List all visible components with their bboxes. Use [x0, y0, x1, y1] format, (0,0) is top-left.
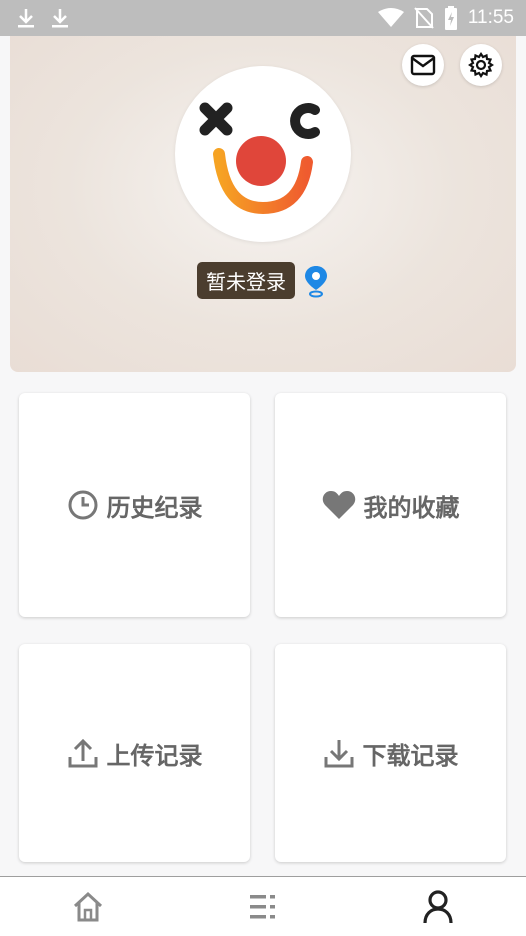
clock-icon: [68, 490, 97, 520]
clown-face-avatar-icon: [199, 102, 320, 215]
location-pin-icon: [305, 265, 327, 297]
uploads-card[interactable]: 上传记录: [19, 644, 250, 862]
login-status-button[interactable]: 暂未登录: [197, 262, 295, 299]
wifi-icon: [377, 8, 404, 27]
status-bar: 11:55: [0, 0, 526, 36]
status-right: 11:55: [377, 6, 514, 30]
battery-charging-icon: [444, 6, 457, 30]
home-icon: [73, 891, 102, 921]
settings-button[interactable]: [460, 44, 502, 86]
history-card[interactable]: 历史纪录: [19, 393, 250, 617]
download-icon: [52, 9, 68, 28]
profile-header: 暂未登录: [10, 36, 516, 372]
person-icon: [423, 889, 453, 923]
settings-icon: [468, 52, 494, 78]
nav-home[interactable]: [48, 877, 128, 936]
download-icon: [18, 9, 34, 28]
mail-button[interactable]: [402, 44, 444, 86]
avatar[interactable]: [175, 66, 351, 242]
favorites-card[interactable]: 我的收藏: [275, 393, 506, 617]
status-time: 11:55: [467, 7, 514, 28]
mail-icon: [410, 54, 436, 76]
heart-icon: [322, 491, 355, 519]
no-sim-icon: [414, 7, 434, 29]
download-icon: [324, 740, 353, 768]
list-icon: [249, 894, 275, 918]
favorites-card-label: 我的收藏: [363, 493, 460, 522]
nav-categories[interactable]: [223, 877, 303, 936]
nav-profile[interactable]: [398, 877, 478, 936]
uploads-card-label: 上传记录: [106, 741, 203, 770]
upload-icon: [68, 738, 97, 768]
downloads-card-label: 下载记录: [362, 741, 459, 770]
status-left: [16, 7, 70, 29]
bottom-navigation: [0, 876, 526, 936]
history-card-label: 历史纪录: [106, 493, 203, 522]
downloads-card[interactable]: 下载记录: [275, 644, 506, 862]
login-row: 暂未登录: [10, 262, 516, 299]
